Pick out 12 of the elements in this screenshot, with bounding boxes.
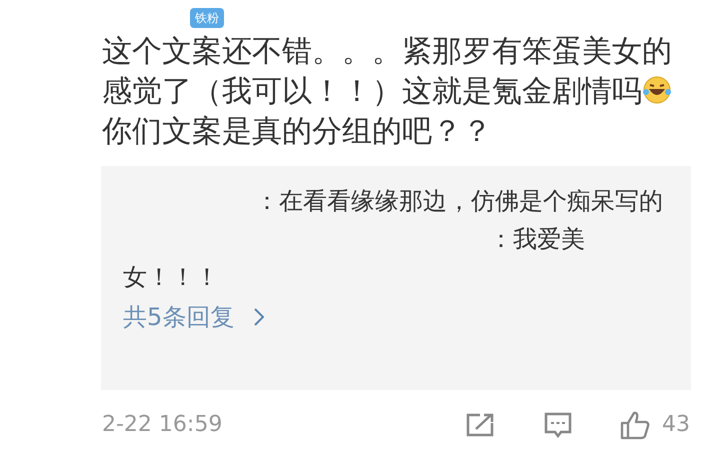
like-count: 43: [662, 411, 690, 439]
chevron-right-icon: [254, 308, 264, 326]
more-replies-link[interactable]: 共5条回复: [123, 297, 264, 337]
comment-text: 这个文案还不错。。。紧那罗有笨蛋美女的感觉了（我可以！！）这就是氪金剧情吗 你们文案是真的分组的吧？？: [102, 33, 673, 151]
reply-text: ：我爱美女！！！: [123, 224, 586, 293]
fan-badge: 铁粉: [190, 8, 224, 28]
laughing-crying-emoji-icon: [642, 75, 672, 105]
timestamp: 2-22 16:59: [102, 411, 222, 439]
comment-icon[interactable]: [544, 412, 572, 438]
share-icon[interactable]: [466, 412, 494, 436]
thumbs-up-icon[interactable]: [620, 410, 650, 440]
reply-text: ：在看看缘缘那边，仿佛是个痴呆写的: [254, 186, 664, 217]
